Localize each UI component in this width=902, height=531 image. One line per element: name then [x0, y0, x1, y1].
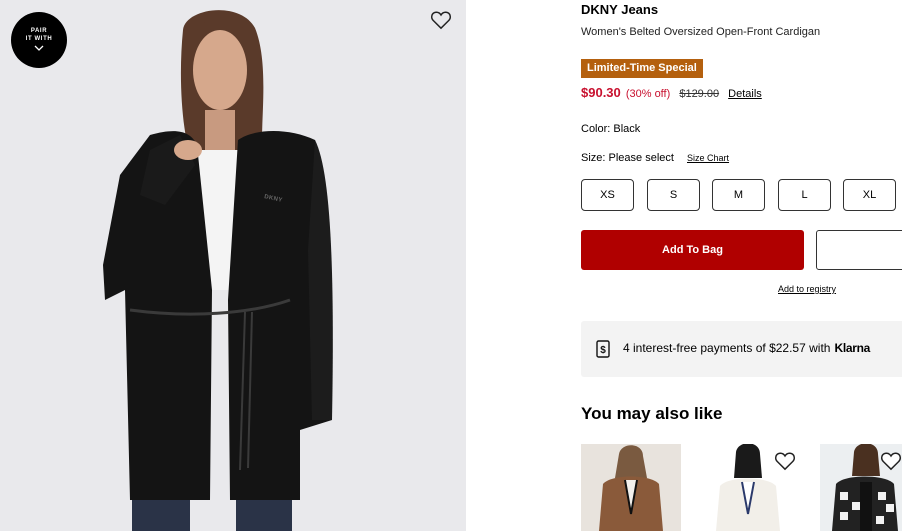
size-selector: XS S M L XL [581, 179, 902, 211]
heart-icon[interactable] [774, 451, 796, 471]
size-label: Size: Please select [581, 152, 674, 164]
heart-icon[interactable] [430, 10, 452, 30]
add-to-bag-button[interactable]: Add To Bag [581, 230, 804, 270]
product-brand-link[interactable]: DKNY Jeans [581, 2, 658, 17]
recommendation-card-2[interactable] [700, 444, 800, 531]
add-to-registry-link[interactable]: Add to registry [778, 284, 836, 294]
size-option-xl[interactable]: XL [843, 179, 896, 211]
klarna-text: 4 interest-free payments of $22.57 with [623, 341, 831, 355]
klarna-installments-banner[interactable]: $ 4 interest-free payments of $22.57 wit… [581, 321, 902, 377]
add-to-list-button[interactable] [816, 230, 902, 270]
svg-text:$: $ [600, 345, 606, 356]
product-image [0, 0, 466, 531]
size-option-m[interactable]: M [712, 179, 765, 211]
recommendation-card-3[interactable] [820, 444, 902, 531]
product-image-area[interactable]: DKNY PAIR IT WITH [0, 0, 466, 531]
recommendations-title: You may also like [581, 404, 723, 423]
recommendation-image [599, 445, 663, 531]
pair-it-with-button[interactable]: PAIR IT WITH [11, 12, 67, 68]
color-label: Color: Black [581, 123, 641, 135]
chevron-down-icon [34, 45, 44, 51]
dollar-receipt-icon: $ [596, 340, 610, 358]
product-title: Women's Belted Oversized Open-Front Card… [581, 26, 821, 38]
heart-icon[interactable] [880, 451, 902, 471]
size-option-s[interactable]: S [647, 179, 700, 211]
pair-badge-line2: IT WITH [25, 36, 53, 42]
size-row: Size: Please select Size Chart [581, 152, 729, 164]
sale-price: $90.30 [581, 85, 621, 100]
klarna-text-row: 4 interest-free payments of $22.57 with K… [623, 341, 870, 355]
pair-badge-line1: PAIR [30, 28, 48, 34]
discount-percent: (30% off) [625, 88, 671, 100]
promo-badge: Limited-Time Special [581, 59, 703, 78]
price-details-link[interactable]: Details [728, 88, 762, 100]
original-price: $129.00 [679, 88, 720, 100]
recommendation-card-1[interactable] [581, 444, 681, 531]
klarna-logo: Klarna [834, 341, 871, 355]
size-option-xs[interactable]: XS [581, 179, 634, 211]
price-row: $90.30 (30% off) $129.00 Details [581, 85, 762, 100]
size-option-l[interactable]: L [778, 179, 831, 211]
size-chart-link[interactable]: Size Chart [687, 153, 729, 163]
